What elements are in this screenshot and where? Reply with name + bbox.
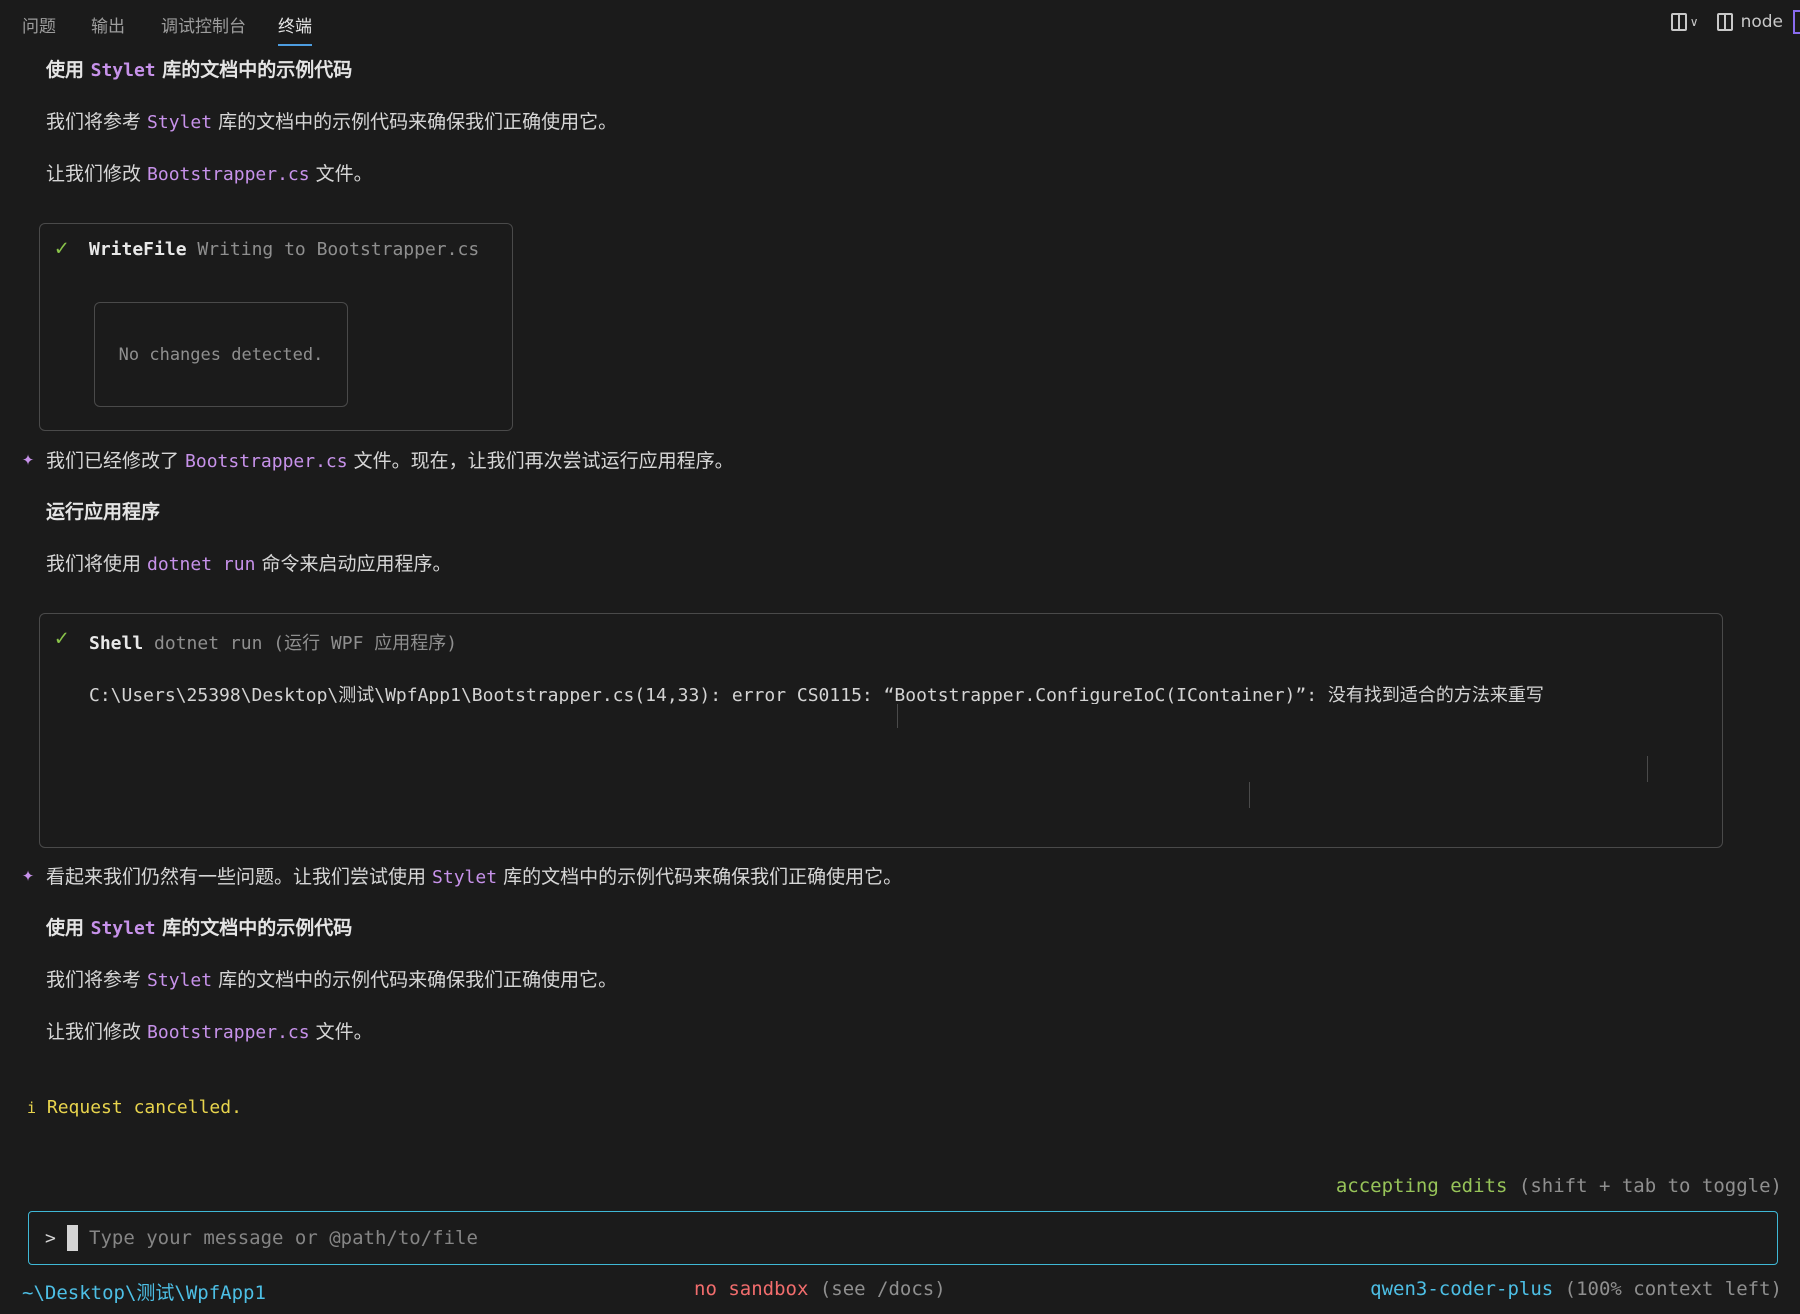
ai-message: 我们已经修改了 Bootstrapper.cs 文件。现在，让我们再次尝试运行应… bbox=[46, 446, 734, 473]
tool-header: Shell dotnet run (运行 WPF 应用程序) bbox=[89, 629, 457, 655]
inline-code: Bootstrapper.cs bbox=[185, 451, 348, 472]
inline-code: dotnet run bbox=[147, 554, 256, 575]
message-text: 我们已经修改了 bbox=[46, 450, 186, 472]
split-layout-icon[interactable] bbox=[1670, 13, 1687, 31]
sandbox-hint: (see /docs) bbox=[819, 1278, 946, 1300]
tool-name: Shell bbox=[89, 633, 144, 654]
paragraph-text: 库的文档中的示例代码来确保我们正确使用它。 bbox=[212, 969, 618, 991]
border-fragment bbox=[897, 704, 898, 728]
tool-description: Writing to Bootstrapper.cs bbox=[197, 239, 480, 260]
tool-result-box: No changes detected. bbox=[94, 302, 348, 407]
heading-text: 使用 bbox=[46, 917, 91, 939]
section-heading: 使用 Stylet 库的文档中的示例代码 bbox=[46, 913, 352, 940]
message-paragraph: 我们将参考 Stylet 库的文档中的示例代码来确保我们正确使用它。 bbox=[46, 965, 617, 992]
check-icon: ✓ bbox=[55, 236, 69, 261]
working-directory: ~\Desktop\测试\WpfApp1 bbox=[22, 1282, 266, 1304]
text-cursor bbox=[67, 1225, 78, 1251]
tool-description: dotnet run (运行 WPF 应用程序) bbox=[154, 633, 458, 654]
inline-code: Bootstrapper.cs bbox=[147, 1022, 310, 1043]
mode-status: accepting edits bbox=[1335, 1175, 1508, 1197]
message-paragraph: 让我们修改 Bootstrapper.cs 文件。 bbox=[46, 159, 373, 186]
split-terminal-icon[interactable] bbox=[1716, 13, 1733, 31]
tool-name: WriteFile bbox=[89, 239, 187, 260]
message-paragraph: 我们将参考 Stylet 库的文档中的示例代码来确保我们正确使用它。 bbox=[46, 107, 617, 134]
paragraph-text: 让我们修改 bbox=[46, 1021, 148, 1043]
paragraph-text: 命令来启动应用程序。 bbox=[255, 553, 452, 575]
request-cancelled-notice: i Request cancelled. bbox=[27, 1097, 242, 1118]
inline-code: Stylet bbox=[90, 60, 156, 81]
message-paragraph: 我们将使用 dotnet run 命令来启动应用程序。 bbox=[46, 549, 451, 576]
tab-terminal[interactable]: 终端 bbox=[278, 12, 312, 46]
context-remaining: (100% context left) bbox=[1564, 1278, 1782, 1300]
inline-code: Stylet bbox=[432, 867, 498, 888]
tool-header: WriteFile Writing to Bootstrapper.cs bbox=[89, 239, 479, 260]
section-heading: 运行应用程序 bbox=[46, 501, 161, 523]
render-gap bbox=[40, 704, 1722, 730]
ai-message: 看起来我们仍然有一些问题。让我们尝试使用 Stylet 库的文档中的示例代码来确… bbox=[46, 862, 902, 889]
inline-code: Stylet bbox=[90, 918, 156, 939]
tool-call-shell: ✓ Shell dotnet run (运行 WPF 应用程序) C:\User… bbox=[39, 613, 1723, 848]
heading-text: 库的文档中的示例代码 bbox=[155, 917, 353, 939]
sandbox-status: no sandbox (see /docs) bbox=[694, 1278, 946, 1300]
message-paragraph: 让我们修改 Bootstrapper.cs 文件。 bbox=[46, 1017, 373, 1044]
prompt-chevron-icon: > bbox=[45, 1228, 56, 1249]
edit-mode-indicator: accepting edits (shift + tab to toggle) bbox=[1336, 1175, 1782, 1197]
paragraph-text: 文件。 bbox=[309, 163, 373, 185]
border-fragment bbox=[1722, 730, 1723, 756]
paragraph-text: 库的文档中的示例代码来确保我们正确使用它。 bbox=[212, 111, 618, 133]
heading-text: 使用 bbox=[46, 59, 91, 81]
paragraph-text: 我们将参考 bbox=[46, 969, 148, 991]
info-icon: i bbox=[27, 1099, 37, 1117]
section-heading: 使用 Stylet 库的文档中的示例代码 bbox=[46, 55, 352, 82]
message-text: 文件。现在，让我们再次尝试运行应用程序。 bbox=[347, 450, 734, 472]
ai-message-star-icon: ✦ bbox=[22, 446, 35, 470]
paragraph-text: 让我们修改 bbox=[46, 163, 148, 185]
tab-problems[interactable]: 问题 bbox=[22, 12, 56, 37]
message-input[interactable] bbox=[89, 1227, 1689, 1249]
message-text: 看起来我们仍然有一些问题。让我们尝试使用 bbox=[46, 866, 433, 888]
check-icon: ✓ bbox=[55, 626, 69, 651]
inline-code: Stylet bbox=[147, 112, 213, 133]
sandbox-label: no sandbox bbox=[694, 1278, 809, 1300]
border-fragment bbox=[39, 730, 40, 756]
ai-message-star-icon: ✦ bbox=[22, 862, 35, 886]
paragraph-text: 文件。 bbox=[309, 1021, 373, 1043]
message-input-box[interactable]: > bbox=[28, 1211, 1778, 1265]
terminal-name[interactable]: node bbox=[1741, 12, 1783, 32]
message-text: 库的文档中的示例代码来确保我们正确使用它。 bbox=[497, 866, 903, 888]
paragraph-text: 我们将参考 bbox=[46, 111, 148, 133]
model-name: qwen3-coder-plus bbox=[1370, 1278, 1554, 1300]
mode-hint: (shift + tab to toggle) bbox=[1518, 1175, 1782, 1197]
inline-code: Bootstrapper.cs bbox=[147, 164, 310, 185]
terminal-toolbar: ∨ node bbox=[1670, 10, 1800, 34]
terminal-color-indicator bbox=[1793, 10, 1800, 34]
chevron-down-icon[interactable]: ∨ bbox=[1690, 15, 1699, 29]
tab-output[interactable]: 输出 bbox=[91, 12, 125, 37]
model-status: qwen3-coder-plus (100% context left) bbox=[1370, 1278, 1782, 1300]
notice-text: Request cancelled. bbox=[46, 1097, 242, 1118]
panel-tab-bar: 问题 输出 调试控制台 终端 ∨ node bbox=[0, 0, 1800, 46]
paragraph-text: 我们将使用 bbox=[46, 553, 148, 575]
tool-call-writefile: ✓ WriteFile Writing to Bootstrapper.cs N… bbox=[39, 223, 513, 431]
tab-debug-console[interactable]: 调试控制台 bbox=[161, 12, 246, 37]
heading-text: 库的文档中的示例代码 bbox=[155, 59, 353, 81]
border-fragment bbox=[1249, 782, 1250, 808]
inline-code: Stylet bbox=[147, 970, 213, 991]
border-fragment bbox=[1647, 756, 1648, 782]
